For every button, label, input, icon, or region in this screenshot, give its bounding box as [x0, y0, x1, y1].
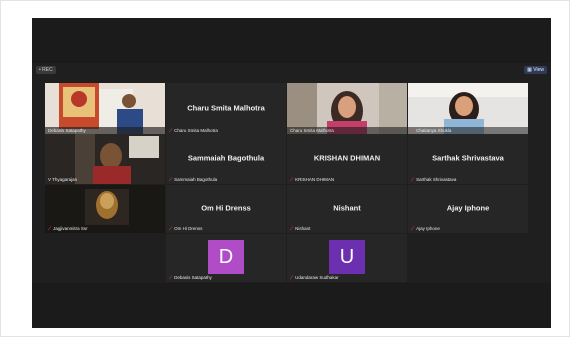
- participant-tile[interactable]: KRISHAN DHIMAN ⟋ KRISHAN DHIMAN: [287, 134, 407, 184]
- participant-name-label: ⟋ Nishant: [290, 226, 311, 231]
- mic-muted-icon: ⟋: [290, 226, 294, 231]
- participant-display-name: Sarthak Shrivastava: [432, 153, 504, 163]
- meeting-window: • REC ▦ View Debasis Satapathy Charu Smi…: [32, 18, 551, 328]
- participant-name-label: ⟋ Om Hi Drenss: [169, 226, 203, 231]
- avatar: U: [329, 240, 365, 274]
- mic-muted-icon: ⟋: [169, 275, 173, 280]
- participant-display-name: Nishant: [333, 203, 361, 213]
- participant-tile[interactable]: Sammaiah Bagothula ⟋ Sammaiah Bagothula: [166, 134, 286, 184]
- bottom-bar: [32, 283, 551, 328]
- mic-muted-icon: ⟋: [411, 226, 415, 231]
- participant-name-label: ⟋ Udandaraw Sudhakar: [290, 275, 339, 280]
- mic-muted-icon: ⟋: [290, 275, 294, 280]
- participant-name-label: Debasis Satapathy: [48, 128, 86, 133]
- participant-name-label: ⟋ Sarthak Shrivastava: [411, 177, 457, 182]
- participant-name-label: ⟋ Ajay Iphone: [411, 226, 440, 231]
- participant-display-name: Charu Smita Malhotra: [187, 103, 265, 113]
- participant-tile[interactable]: Nishant ⟋ Nishant: [287, 185, 407, 233]
- participant-name-label: ⟋ Charu Smita Malhotra: [169, 128, 218, 133]
- participant-tile[interactable]: Ajay Iphone ⟋ Ajay Iphone: [408, 185, 528, 233]
- participant-name-label: ⟋ Chaitanya Shukla: [411, 128, 452, 133]
- participant-display-name: KRISHAN DHIMAN: [313, 153, 381, 163]
- participant-name-label: ⟋ Sammaiah Bagothula: [169, 177, 218, 182]
- recording-indicator[interactable]: • REC: [36, 66, 56, 74]
- participant-tile[interactable]: ⟋ Chaitanya Shukla: [408, 83, 528, 135]
- page-frame: • REC ▦ View Debasis Satapathy Charu Smi…: [0, 0, 570, 337]
- mic-muted-icon: ⟋: [169, 177, 173, 182]
- participant-tile[interactable]: Om Hi Drenss ⟋ Om Hi Drenss: [166, 185, 286, 233]
- top-bar: [32, 18, 551, 63]
- participant-tile[interactable]: Sarthak Shrivastava ⟋ Sarthak Shrivastava: [408, 134, 528, 184]
- participant-tile-active-speaker[interactable]: V Thyagarajan: [45, 134, 165, 184]
- mic-muted-icon: ⟋: [48, 226, 52, 231]
- avatar: D: [208, 240, 244, 274]
- participant-name-label: ⟋ Jagjivanmitra Ssr: [48, 226, 88, 231]
- participant-name-label: Charu Smita Malhotra: [290, 128, 334, 133]
- mic-muted-icon: ⟋: [169, 128, 173, 133]
- mic-muted-icon: ⟋: [169, 226, 173, 231]
- participant-tile[interactable]: Charu Smita Malhotra ⟋ Charu Smita Malhot…: [166, 83, 286, 135]
- participant-display-name: Om Hi Drenss: [201, 203, 251, 213]
- participant-tile[interactable]: U ⟋ Udandaraw Sudhakar: [287, 234, 407, 282]
- participant-tile[interactable]: D ⟋ Debasis Satapathy: [166, 234, 286, 282]
- mic-muted-icon: ⟋: [290, 177, 294, 182]
- participant-tile[interactable]: Charu Smita Malhotra: [287, 83, 407, 135]
- mic-muted-icon: ⟋: [411, 128, 415, 133]
- mic-muted-icon: ⟋: [411, 177, 415, 182]
- view-button[interactable]: ▦ View: [524, 66, 547, 74]
- participant-display-name: Ajay Iphone: [446, 203, 490, 213]
- participant-tile[interactable]: Debasis Satapathy: [45, 83, 165, 135]
- participant-tile[interactable]: ⟋ Jagjivanmitra Ssr: [45, 185, 165, 233]
- participant-name-label: V Thyagarajan: [48, 177, 78, 182]
- participant-name-label: ⟋ Debasis Satapathy: [169, 275, 212, 280]
- participant-display-name: Sammaiah Bagothula: [187, 153, 265, 163]
- participant-name-label: ⟋ KRISHAN DHIMAN: [290, 177, 335, 182]
